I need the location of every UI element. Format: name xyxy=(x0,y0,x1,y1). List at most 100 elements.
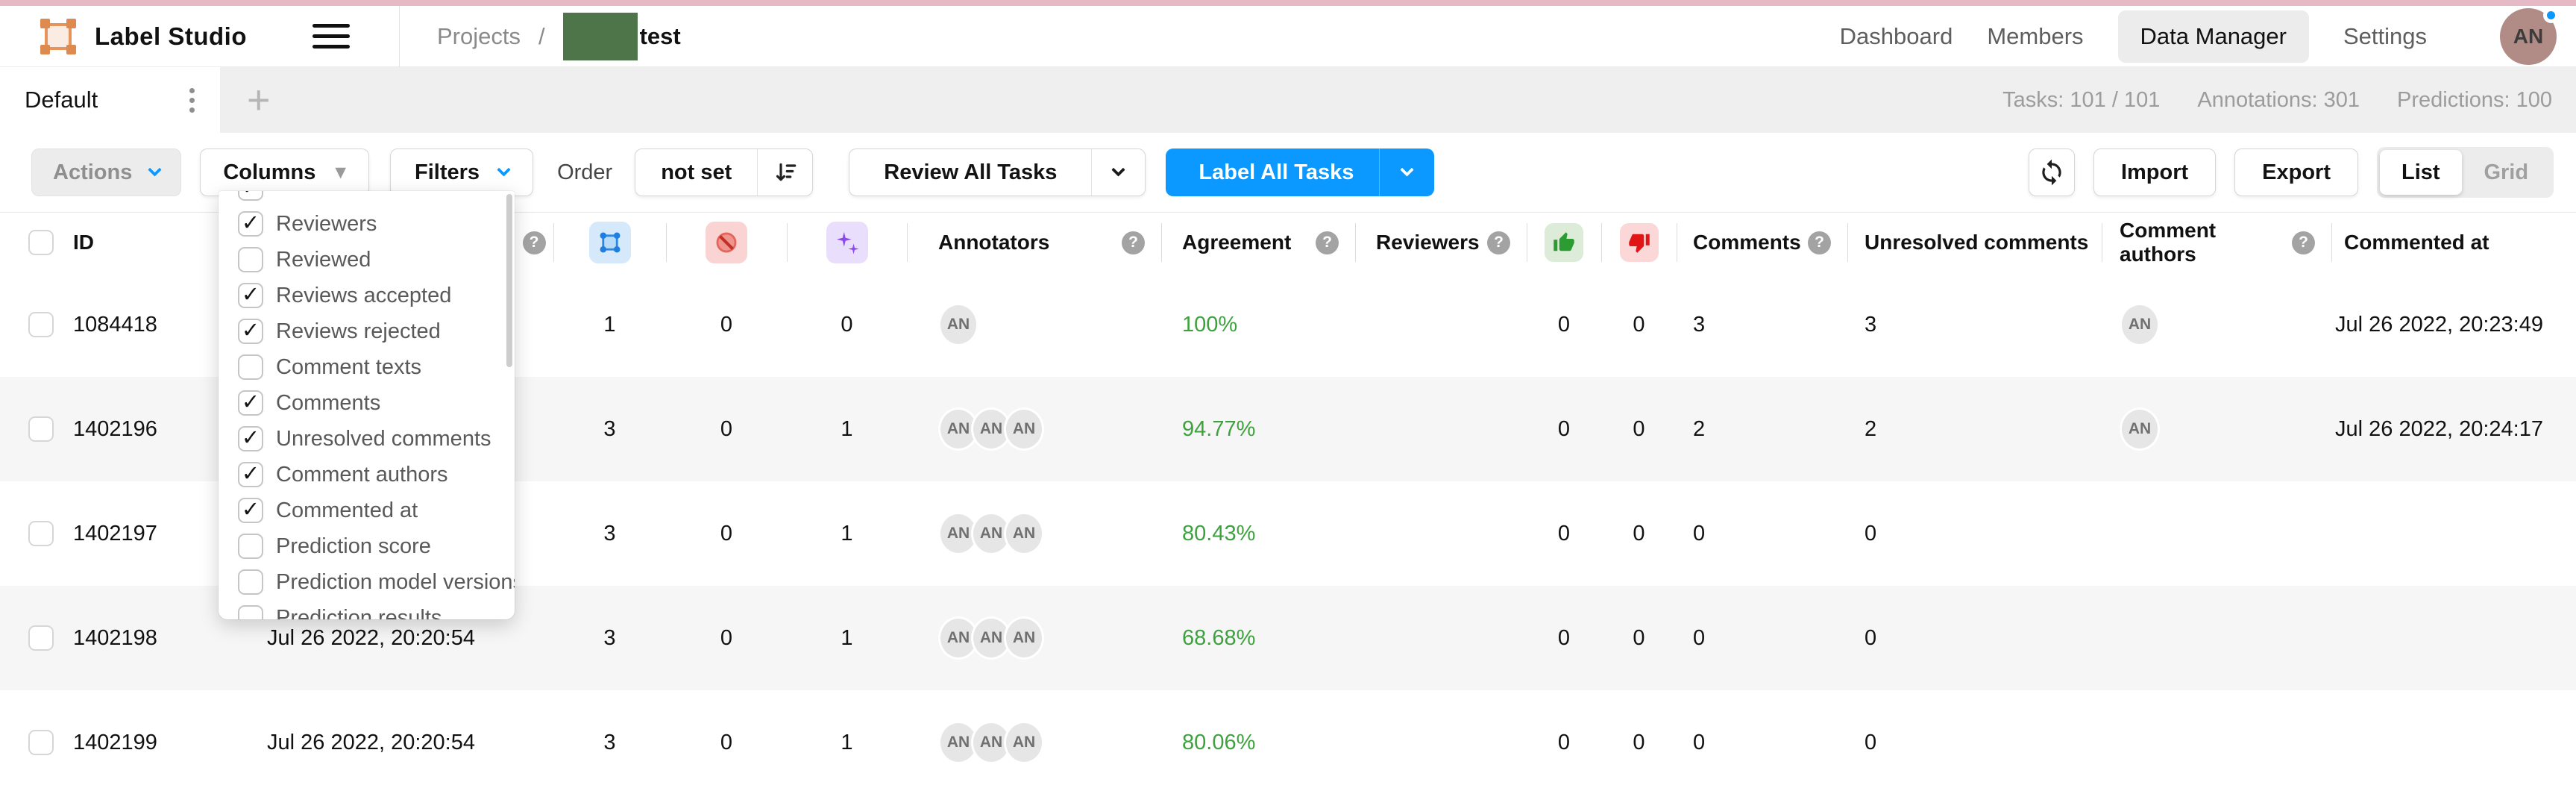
column-header-annotations[interactable] xyxy=(553,213,666,272)
checkbox-checked-icon[interactable]: ✓ xyxy=(238,426,263,451)
checkbox-checked-icon[interactable]: ✓ xyxy=(238,390,263,416)
dropdown-scrollbar-thumb[interactable] xyxy=(506,194,512,367)
user-avatar[interactable]: AN xyxy=(2500,8,2557,65)
checkbox-unchecked-icon[interactable] xyxy=(238,534,263,559)
cell-reviewers xyxy=(1355,690,1527,794)
row-checkbox[interactable] xyxy=(28,730,54,755)
checkbox-checked-icon[interactable]: ✓ xyxy=(238,211,263,237)
cell-agreement: 80.06% xyxy=(1161,690,1355,794)
hamburger-menu-icon[interactable] xyxy=(312,24,350,49)
label-all-tasks-button[interactable]: Label All Tasks xyxy=(1166,149,1434,196)
cell-agreement: 94.77% xyxy=(1161,377,1355,481)
thumb-up-icon xyxy=(1545,223,1583,262)
add-tab-button[interactable]: + xyxy=(247,80,271,120)
cell-hidden-column-help xyxy=(515,481,553,586)
column-toggle-clipped[interactable]: ✓ xyxy=(219,191,515,206)
checkbox-unchecked-icon[interactable] xyxy=(238,569,263,595)
columns-button[interactable]: Columns ▼ xyxy=(200,149,369,196)
column-header-id[interactable]: ID xyxy=(67,213,172,272)
column-header-commented_at[interactable]: Commented at xyxy=(2331,213,2576,272)
checkbox-unchecked-icon[interactable] xyxy=(238,354,263,380)
column-toggle-reviews-accepted[interactable]: ✓Reviews accepted xyxy=(219,278,515,313)
refresh-icon xyxy=(2038,158,2066,187)
column-header-comment_authors[interactable]: Comment authors? xyxy=(2102,213,2331,272)
cell-cancelled_annotations: 0 xyxy=(666,272,787,377)
column-header-reviews_accepted[interactable] xyxy=(1527,213,1601,272)
column-header-unresolved_comments[interactable]: Unresolved comments xyxy=(1847,213,2102,272)
column-header-hidden-column-help[interactable]: ? xyxy=(515,213,553,272)
export-button[interactable]: Export xyxy=(2234,149,2358,196)
select-all-checkbox[interactable] xyxy=(28,230,54,255)
cell-value: 0 xyxy=(1693,522,1705,546)
chevron-down-icon xyxy=(1112,163,1125,176)
column-toggle-reviews-rejected[interactable]: ✓Reviews rejected xyxy=(219,313,515,349)
row-checkbox[interactable] xyxy=(28,416,54,442)
checkbox-checked-icon[interactable]: ✓ xyxy=(238,319,263,344)
row-checkbox[interactable] xyxy=(28,625,54,651)
view-list-button[interactable]: List xyxy=(2380,150,2462,195)
column-header-reviews_rejected[interactable] xyxy=(1601,213,1677,272)
checkbox-unchecked-icon[interactable] xyxy=(238,605,263,619)
column-toggle-reviewers[interactable]: ✓Reviewers xyxy=(219,206,515,242)
column-header-agreement[interactable]: Agreement? xyxy=(1161,213,1355,272)
column-toggle-prediction-results[interactable]: Prediction results xyxy=(219,600,515,619)
row-checkbox[interactable] xyxy=(28,521,54,546)
table-row[interactable]: 1402199Jul 26 2022, 20:20:54301ANANAN80.… xyxy=(0,690,2576,794)
column-header-cancelled_annotations[interactable] xyxy=(666,213,787,272)
column-toggle-prediction-model-versions[interactable]: Prediction model versions xyxy=(219,564,515,600)
nav-dashboard[interactable]: Dashboard xyxy=(1840,23,1953,50)
cell-value: 1084418 xyxy=(73,313,157,337)
checkbox-checked-icon[interactable]: ✓ xyxy=(238,498,263,523)
import-button[interactable]: Import xyxy=(2093,149,2216,196)
refresh-button[interactable] xyxy=(2029,149,2075,196)
column-toggle-comment-authors[interactable]: ✓Comment authors xyxy=(219,457,515,493)
cell-value: 1402199 xyxy=(73,731,157,755)
column-header-comments[interactable]: Comments? xyxy=(1677,213,1847,272)
column-header-select xyxy=(0,213,67,272)
checkbox-unchecked-icon[interactable] xyxy=(238,247,263,272)
cell-predictions: 1 xyxy=(787,377,907,481)
nav-members[interactable]: Members xyxy=(1987,23,2083,50)
column-header-annotators[interactable]: Annotators? xyxy=(907,213,1161,272)
cell-select xyxy=(0,272,67,377)
review-dropdown-caret[interactable] xyxy=(1091,149,1145,196)
cell-reviews_rejected: 0 xyxy=(1601,272,1677,377)
nav-settings[interactable]: Settings xyxy=(2343,23,2427,50)
review-all-tasks-button[interactable]: Review All Tasks xyxy=(849,149,1146,196)
column-toggle-commented-at[interactable]: ✓Commented at xyxy=(219,493,515,528)
filters-button[interactable]: Filters xyxy=(390,149,533,196)
order-button[interactable]: not set xyxy=(635,149,813,196)
column-toggle-unresolved-comments[interactable]: ✓Unresolved comments xyxy=(219,421,515,457)
cell-value: 94.77% xyxy=(1182,417,1255,442)
column-toggle-comment-texts[interactable]: Comment texts xyxy=(219,349,515,385)
cell-value: Jul 26 2022, 20:20:54 xyxy=(267,731,475,755)
column-toggle-comments[interactable]: ✓Comments xyxy=(219,385,515,421)
avatar: AN xyxy=(2120,407,2160,451)
checkbox-checked-icon[interactable]: ✓ xyxy=(238,283,263,308)
cell-value: 0 xyxy=(1693,731,1705,755)
column-header-reviewers[interactable]: Reviewers? xyxy=(1355,213,1527,272)
nav-data-manager[interactable]: Data Manager xyxy=(2118,10,2309,63)
cell-hidden-column-help xyxy=(515,690,553,794)
avatar-group: ANANAN xyxy=(938,721,1044,764)
cell-id: 1402199 xyxy=(67,690,172,794)
column-header-label: ID xyxy=(73,231,94,254)
tab-options-kebab-icon[interactable] xyxy=(185,84,199,117)
help-question-icon: ? xyxy=(1487,231,1510,254)
checkbox-checked-icon[interactable]: ✓ xyxy=(238,462,263,487)
view-grid-button[interactable]: Grid xyxy=(2462,160,2551,185)
column-header-predictions[interactable] xyxy=(787,213,907,272)
tab-default[interactable]: Default xyxy=(0,67,220,133)
breadcrumb-projects-link[interactable]: Projects xyxy=(437,23,521,50)
label-studio-logo-icon[interactable] xyxy=(41,19,75,54)
cell-value: Jul 26 2022, 20:20:54 xyxy=(267,626,475,651)
cell-comments: 3 xyxy=(1677,272,1847,377)
cell-unresolved_comments: 0 xyxy=(1847,690,2102,794)
column-toggle-reviewed[interactable]: Reviewed xyxy=(219,242,515,278)
column-toggle-prediction-score[interactable]: Prediction score xyxy=(219,528,515,564)
checkbox-icon[interactable]: ✓ xyxy=(238,191,263,201)
label-dropdown-caret[interactable] xyxy=(1379,149,1434,196)
sort-icon[interactable] xyxy=(757,149,812,196)
actions-button[interactable]: Actions xyxy=(31,149,181,196)
row-checkbox[interactable] xyxy=(28,312,54,337)
